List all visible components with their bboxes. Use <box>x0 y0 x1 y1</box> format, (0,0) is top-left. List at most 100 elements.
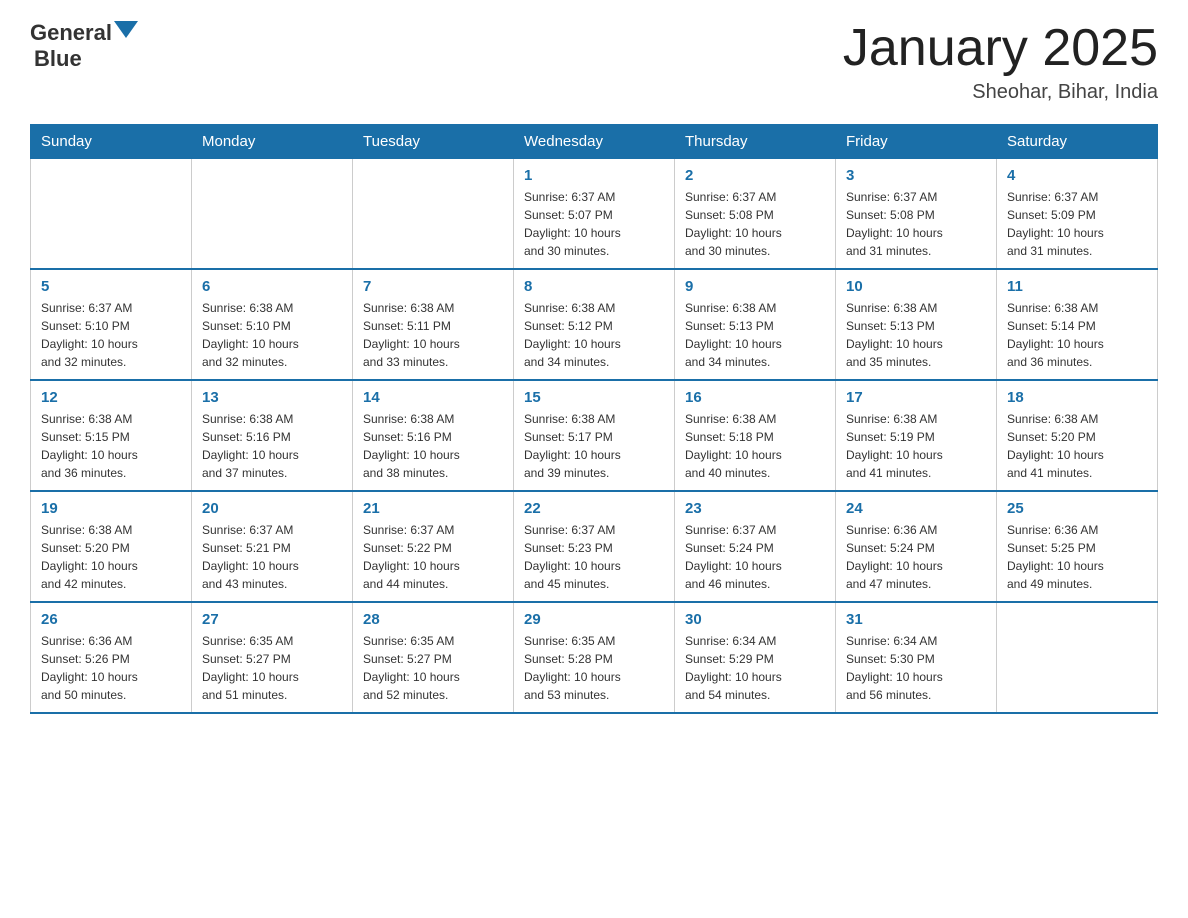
day-number: 4 <box>1007 167 1147 184</box>
calendar-cell: 24 Sunrise: 6:36 AM Sunset: 5:24 PM Dayli… <box>836 491 997 602</box>
weekday-header-row: SundayMondayTuesdayWednesdayThursdayFrid… <box>31 125 1158 159</box>
calendar-cell: 2 Sunrise: 6:37 AM Sunset: 5:08 PM Daylig… <box>675 159 836 270</box>
day-number: 7 <box>363 278 503 295</box>
day-number: 3 <box>846 167 986 184</box>
day-info: Sunrise: 6:37 AM Sunset: 5:24 PM Dayligh… <box>685 521 825 593</box>
calendar-cell: 12Sunrise: 6:38 AM Sunset: 5:15 PM Dayli… <box>31 380 192 491</box>
calendar-cell: 19 Sunrise: 6:38 AM Sunset: 5:20 PM Dayli… <box>31 491 192 602</box>
day-number: 22 <box>524 500 664 517</box>
calendar-week-row: 26 Sunrise: 6:36 AM Sunset: 5:26 PM Dayli… <box>31 602 1158 713</box>
day-number: 17 <box>846 389 986 406</box>
day-info: Sunrise: 6:36 AM Sunset: 5:26 PM Dayligh… <box>41 632 181 704</box>
calendar-cell: 29Sunrise: 6:35 AM Sunset: 5:28 PM Dayli… <box>514 602 675 713</box>
day-number: 16 <box>685 389 825 406</box>
weekday-header-sunday: Sunday <box>31 125 192 159</box>
calendar-cell: 16 Sunrise: 6:38 AM Sunset: 5:18 PM Dayli… <box>675 380 836 491</box>
calendar-cell: 26 Sunrise: 6:36 AM Sunset: 5:26 PM Dayli… <box>31 602 192 713</box>
calendar-cell: 8 Sunrise: 6:38 AM Sunset: 5:12 PM Daylig… <box>514 269 675 380</box>
day-number: 15 <box>524 389 664 406</box>
day-number: 8 <box>524 278 664 295</box>
day-number: 14 <box>363 389 503 406</box>
calendar-subtitle: Sheohar, Bihar, India <box>843 81 1158 104</box>
day-info: Sunrise: 6:37 AM Sunset: 5:10 PM Dayligh… <box>41 299 181 371</box>
page-header: General Blue January 2025 Sheohar, Bihar… <box>30 20 1158 104</box>
day-number: 19 <box>41 500 181 517</box>
day-number: 2 <box>685 167 825 184</box>
weekday-header-thursday: Thursday <box>675 125 836 159</box>
calendar-cell: 31Sunrise: 6:34 AM Sunset: 5:30 PM Dayli… <box>836 602 997 713</box>
calendar-cell: 27 Sunrise: 6:35 AM Sunset: 5:27 PM Dayli… <box>192 602 353 713</box>
day-number: 18 <box>1007 389 1147 406</box>
weekday-header-monday: Monday <box>192 125 353 159</box>
calendar-title: January 2025 <box>843 20 1158 77</box>
day-number: 26 <box>41 611 181 628</box>
day-number: 1 <box>524 167 664 184</box>
calendar-week-row: 5 Sunrise: 6:37 AM Sunset: 5:10 PM Daylig… <box>31 269 1158 380</box>
day-info: Sunrise: 6:37 AM Sunset: 5:08 PM Dayligh… <box>846 188 986 260</box>
day-info: Sunrise: 6:38 AM Sunset: 5:18 PM Dayligh… <box>685 410 825 482</box>
calendar-cell: 13 Sunrise: 6:38 AM Sunset: 5:16 PM Dayli… <box>192 380 353 491</box>
day-number: 20 <box>202 500 342 517</box>
calendar-table: SundayMondayTuesdayWednesdayThursdayFrid… <box>30 124 1158 714</box>
calendar-cell: 28Sunrise: 6:35 AM Sunset: 5:27 PM Dayli… <box>353 602 514 713</box>
calendar-cell: 4 Sunrise: 6:37 AM Sunset: 5:09 PM Daylig… <box>997 159 1158 270</box>
calendar-cell: 11 Sunrise: 6:38 AM Sunset: 5:14 PM Dayli… <box>997 269 1158 380</box>
calendar-cell <box>31 159 192 270</box>
day-number: 27 <box>202 611 342 628</box>
calendar-cell: 9 Sunrise: 6:38 AM Sunset: 5:13 PM Daylig… <box>675 269 836 380</box>
day-number: 30 <box>685 611 825 628</box>
calendar-cell: 20Sunrise: 6:37 AM Sunset: 5:21 PM Dayli… <box>192 491 353 602</box>
day-info: Sunrise: 6:37 AM Sunset: 5:09 PM Dayligh… <box>1007 188 1147 260</box>
day-number: 6 <box>202 278 342 295</box>
calendar-week-row: 1 Sunrise: 6:37 AM Sunset: 5:07 PM Daylig… <box>31 159 1158 270</box>
day-info: Sunrise: 6:38 AM Sunset: 5:16 PM Dayligh… <box>363 410 503 482</box>
day-info: Sunrise: 6:34 AM Sunset: 5:30 PM Dayligh… <box>846 632 986 704</box>
day-number: 23 <box>685 500 825 517</box>
day-info: Sunrise: 6:38 AM Sunset: 5:12 PM Dayligh… <box>524 299 664 371</box>
day-number: 25 <box>1007 500 1147 517</box>
calendar-cell: 22 Sunrise: 6:37 AM Sunset: 5:23 PM Dayli… <box>514 491 675 602</box>
day-number: 24 <box>846 500 986 517</box>
calendar-week-row: 12Sunrise: 6:38 AM Sunset: 5:15 PM Dayli… <box>31 380 1158 491</box>
day-number: 13 <box>202 389 342 406</box>
calendar-cell: 30 Sunrise: 6:34 AM Sunset: 5:29 PM Dayli… <box>675 602 836 713</box>
calendar-cell <box>997 602 1158 713</box>
weekday-header-wednesday: Wednesday <box>514 125 675 159</box>
logo-triangle-icon <box>114 21 138 38</box>
logo: General Blue <box>30 20 138 73</box>
day-info: Sunrise: 6:38 AM Sunset: 5:13 PM Dayligh… <box>846 299 986 371</box>
day-info: Sunrise: 6:37 AM Sunset: 5:23 PM Dayligh… <box>524 521 664 593</box>
logo-general-text: General <box>30 20 112 46</box>
day-number: 12 <box>41 389 181 406</box>
calendar-cell <box>353 159 514 270</box>
calendar-cell: 3 Sunrise: 6:37 AM Sunset: 5:08 PM Daylig… <box>836 159 997 270</box>
day-info: Sunrise: 6:38 AM Sunset: 5:16 PM Dayligh… <box>202 410 342 482</box>
calendar-title-block: January 2025 Sheohar, Bihar, India <box>843 20 1158 104</box>
day-info: Sunrise: 6:38 AM Sunset: 5:20 PM Dayligh… <box>41 521 181 593</box>
day-info: Sunrise: 6:36 AM Sunset: 5:24 PM Dayligh… <box>846 521 986 593</box>
day-info: Sunrise: 6:38 AM Sunset: 5:20 PM Dayligh… <box>1007 410 1147 482</box>
day-info: Sunrise: 6:35 AM Sunset: 5:27 PM Dayligh… <box>202 632 342 704</box>
calendar-cell: 17Sunrise: 6:38 AM Sunset: 5:19 PM Dayli… <box>836 380 997 491</box>
day-info: Sunrise: 6:38 AM Sunset: 5:11 PM Dayligh… <box>363 299 503 371</box>
day-info: Sunrise: 6:36 AM Sunset: 5:25 PM Dayligh… <box>1007 521 1147 593</box>
calendar-week-row: 19 Sunrise: 6:38 AM Sunset: 5:20 PM Dayli… <box>31 491 1158 602</box>
calendar-cell: 6Sunrise: 6:38 AM Sunset: 5:10 PM Daylig… <box>192 269 353 380</box>
day-info: Sunrise: 6:38 AM Sunset: 5:14 PM Dayligh… <box>1007 299 1147 371</box>
calendar-cell <box>192 159 353 270</box>
calendar-cell: 5 Sunrise: 6:37 AM Sunset: 5:10 PM Daylig… <box>31 269 192 380</box>
day-info: Sunrise: 6:35 AM Sunset: 5:28 PM Dayligh… <box>524 632 664 704</box>
day-number: 21 <box>363 500 503 517</box>
weekday-header-saturday: Saturday <box>997 125 1158 159</box>
day-info: Sunrise: 6:38 AM Sunset: 5:13 PM Dayligh… <box>685 299 825 371</box>
day-number: 5 <box>41 278 181 295</box>
calendar-cell: 14 Sunrise: 6:38 AM Sunset: 5:16 PM Dayli… <box>353 380 514 491</box>
calendar-cell: 15Sunrise: 6:38 AM Sunset: 5:17 PM Dayli… <box>514 380 675 491</box>
calendar-cell: 25 Sunrise: 6:36 AM Sunset: 5:25 PM Dayli… <box>997 491 1158 602</box>
day-info: Sunrise: 6:34 AM Sunset: 5:29 PM Dayligh… <box>685 632 825 704</box>
day-number: 11 <box>1007 278 1147 295</box>
day-info: Sunrise: 6:37 AM Sunset: 5:08 PM Dayligh… <box>685 188 825 260</box>
day-info: Sunrise: 6:37 AM Sunset: 5:22 PM Dayligh… <box>363 521 503 593</box>
day-number: 9 <box>685 278 825 295</box>
day-info: Sunrise: 6:37 AM Sunset: 5:07 PM Dayligh… <box>524 188 664 260</box>
